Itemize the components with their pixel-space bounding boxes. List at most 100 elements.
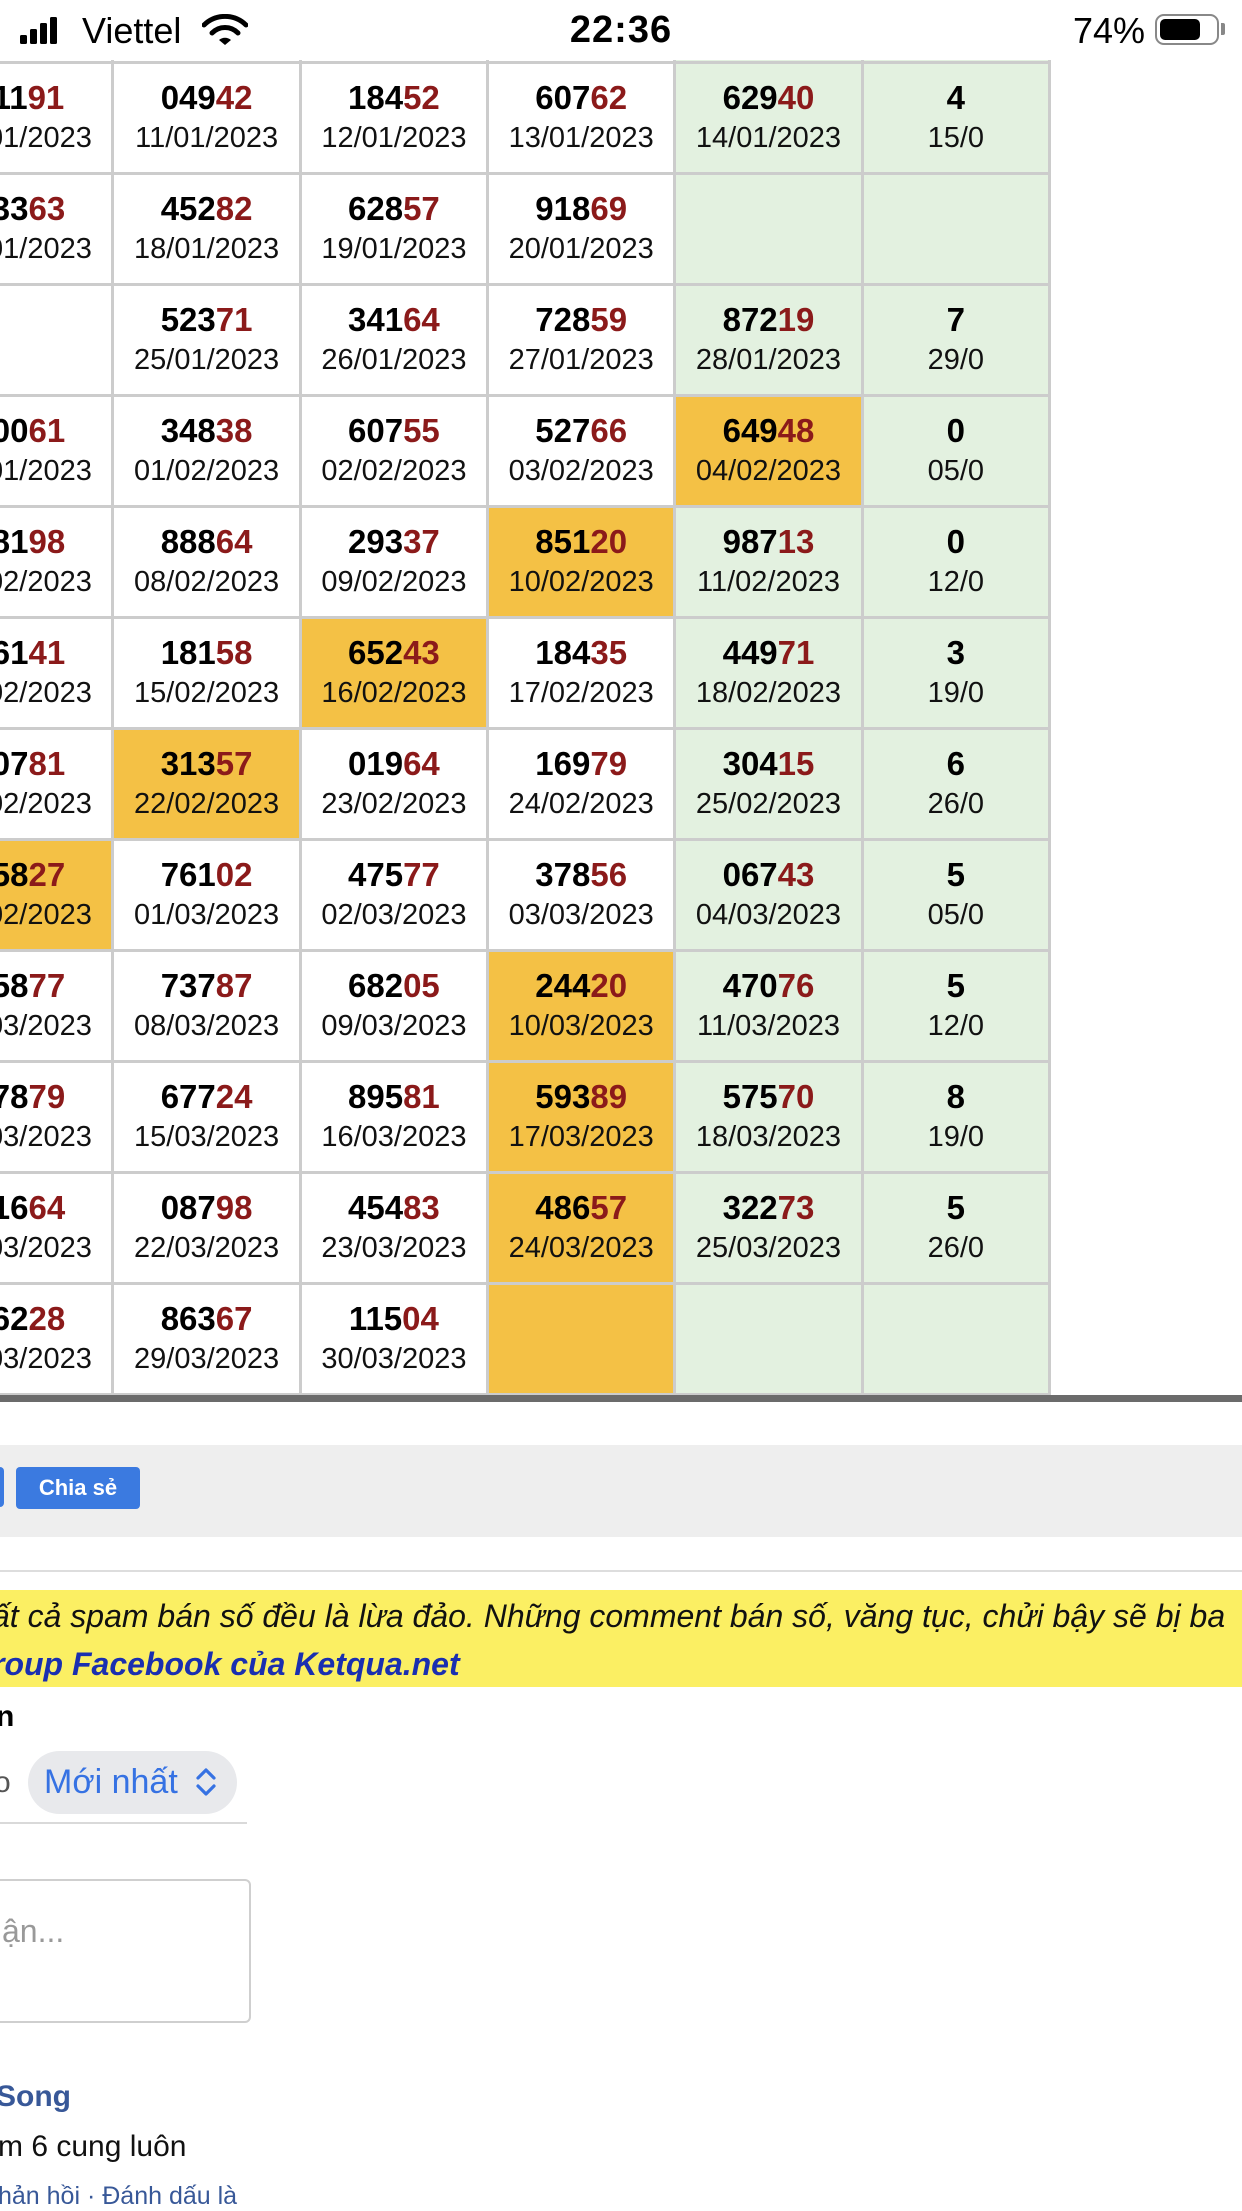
facebook-group-link[interactable]: roup Facebook của Ketqua.net bbox=[0, 1646, 460, 1683]
result-number-tail: 02 bbox=[215, 856, 253, 893]
result-number-tail: 19 bbox=[777, 301, 815, 338]
result-cell: 64948 04/02/2023 bbox=[673, 394, 864, 508]
comment-text: m 6 cung luôn bbox=[0, 2130, 187, 2163]
result-number: 18435 bbox=[489, 633, 673, 673]
result-date: 03/03/2023 bbox=[508, 899, 654, 931]
result-date: 28/03/2023 bbox=[0, 1343, 92, 1375]
result-number-tail: 64 bbox=[28, 1189, 66, 1226]
result-number-tail: 89 bbox=[590, 1078, 628, 1115]
result-number-tail: 57 bbox=[590, 1189, 628, 1226]
result-cell: 72859 27/01/2023 bbox=[486, 283, 677, 397]
result-number-tail: 37 bbox=[403, 523, 440, 560]
result-number: 87219 bbox=[676, 300, 860, 340]
result-number-head: 728 bbox=[535, 301, 591, 338]
results-table-viewport[interactable]: 03/01/202304/01/202305/01/202306/01/2023… bbox=[0, 60, 1242, 1396]
result-number-tail: 20 bbox=[590, 967, 628, 1004]
result-number-tail: 79 bbox=[590, 745, 628, 782]
result-number: 72859 bbox=[489, 300, 673, 340]
result-date: 19/0 bbox=[927, 1121, 985, 1153]
result-date: 03/02/2023 bbox=[508, 455, 654, 487]
result-date: 04/03/2023 bbox=[695, 899, 842, 931]
comment-actions[interactable]: hản hồi · Đánh dấu là bbox=[0, 2182, 237, 2211]
result-number: 5 bbox=[864, 855, 1048, 895]
result-number-head: 677 bbox=[160, 1078, 216, 1115]
result-number-tail: 64 bbox=[215, 523, 253, 560]
result-number-head: 169 bbox=[535, 745, 591, 782]
result-date: 24/03/2023 bbox=[508, 1232, 654, 1264]
table-row: 56141 14/02/2023 18158 15/02/2023 65243 16/02… bbox=[0, 616, 1052, 730]
result-cell: 30061 31/01/2023 bbox=[0, 394, 115, 508]
result-date: 01/02/2023 bbox=[134, 455, 280, 487]
result-number: 98713 bbox=[676, 522, 860, 562]
result-date: 30/03/2023 bbox=[321, 1343, 467, 1375]
table-row: 18198 07/02/2023 88864 08/02/2023 29337 09/02… bbox=[0, 505, 1052, 619]
result-date: 08/03/2023 bbox=[134, 1010, 280, 1042]
result-number-tail: 81 bbox=[28, 745, 66, 782]
result-number: 90781 bbox=[0, 744, 111, 784]
result-number-tail: 20 bbox=[590, 523, 628, 560]
result-number-head: 019 bbox=[348, 745, 404, 782]
result-date: 31/01/2023 bbox=[0, 455, 92, 487]
table-row: 55827 28/02/2023 76102 01/03/2023 47577 02/03… bbox=[0, 838, 1052, 952]
result-number: 06743 bbox=[676, 855, 860, 895]
result-number-tail: 63 bbox=[28, 190, 66, 227]
result-number: 60755 bbox=[302, 411, 486, 451]
result-number-tail: 40 bbox=[777, 79, 815, 116]
result-date: 19/0 bbox=[927, 677, 985, 709]
result-cell: 62940 14/01/2023 bbox=[673, 61, 864, 175]
result-number-head: 737 bbox=[160, 967, 216, 1004]
result-number-tail: 52 bbox=[403, 79, 440, 116]
result-number: 53363 bbox=[0, 189, 111, 229]
share-button[interactable]: Chia sẻ bbox=[16, 1467, 140, 1509]
result-number: 47577 bbox=[302, 855, 486, 895]
result-number: 81191 bbox=[0, 78, 111, 118]
result-number: 31357 bbox=[114, 744, 298, 784]
result-number: 66228 bbox=[0, 1299, 111, 1339]
result-cell: 89581 16/03/2023 bbox=[298, 1060, 490, 1174]
result-cell: 60755 02/02/2023 bbox=[298, 394, 490, 508]
result-cell: 24420 10/03/2023 bbox=[486, 949, 677, 1063]
result-date: 12/01/2023 bbox=[321, 122, 467, 154]
comment-author[interactable]: Song bbox=[0, 2080, 71, 2114]
result-number-head: 8 bbox=[946, 1078, 965, 1115]
result-number: 30061 bbox=[0, 411, 111, 451]
section-divider bbox=[0, 1570, 1242, 1572]
battery-tip bbox=[1221, 23, 1225, 35]
result-number-head: 527 bbox=[535, 412, 591, 449]
result-date: 09/02/2023 bbox=[321, 566, 467, 598]
result-number: 48657 bbox=[489, 1188, 673, 1228]
result-cell: 0 12/0 bbox=[860, 505, 1052, 619]
battery-icon bbox=[1155, 14, 1219, 45]
result-number: 30415 bbox=[676, 744, 860, 784]
result-cell: 75877 07/03/2023 bbox=[0, 949, 115, 1063]
comment-placeholder: ận... bbox=[2, 1913, 65, 1949]
result-date: 12/0 bbox=[927, 566, 985, 598]
result-cell: 45282 18/01/2023 bbox=[111, 172, 302, 286]
result-date: 18/02/2023 bbox=[695, 677, 842, 709]
result-number: 81664 bbox=[0, 1188, 111, 1228]
result-number-tail: 77 bbox=[28, 967, 66, 1004]
result-number-head: 628 bbox=[348, 190, 404, 227]
result-date: 22/03/2023 bbox=[134, 1232, 280, 1264]
result-number: 44971 bbox=[676, 633, 860, 673]
share-prev-button[interactable] bbox=[0, 1467, 4, 1507]
result-cell: 18452 12/01/2023 bbox=[298, 61, 490, 175]
result-number-tail: 57 bbox=[403, 190, 440, 227]
result-cell: 66228 28/03/2023 bbox=[0, 1282, 115, 1396]
result-number-tail: 76 bbox=[777, 967, 815, 1004]
result-number: 65243 bbox=[302, 633, 486, 673]
result-date: 16/03/2023 bbox=[321, 1121, 467, 1153]
result-cell: 08798 22/03/2023 bbox=[111, 1171, 302, 1285]
result-number: 60762 bbox=[489, 78, 673, 118]
result-number-head: 895 bbox=[348, 1078, 404, 1115]
result-number-head: 5 bbox=[946, 967, 965, 1004]
result-cell: 18158 15/02/2023 bbox=[111, 616, 302, 730]
result-number-tail: 77 bbox=[403, 856, 440, 893]
sort-select[interactable]: Mới nhất bbox=[28, 1751, 237, 1814]
comment-input[interactable]: ận... bbox=[0, 1879, 251, 2023]
result-number-tail: 59 bbox=[590, 301, 628, 338]
result-date: 04/02/2023 bbox=[695, 455, 842, 487]
result-date: 23/02/2023 bbox=[321, 788, 467, 820]
result-cell: 47577 02/03/2023 bbox=[298, 838, 490, 952]
result-number-tail: 57 bbox=[215, 745, 253, 782]
